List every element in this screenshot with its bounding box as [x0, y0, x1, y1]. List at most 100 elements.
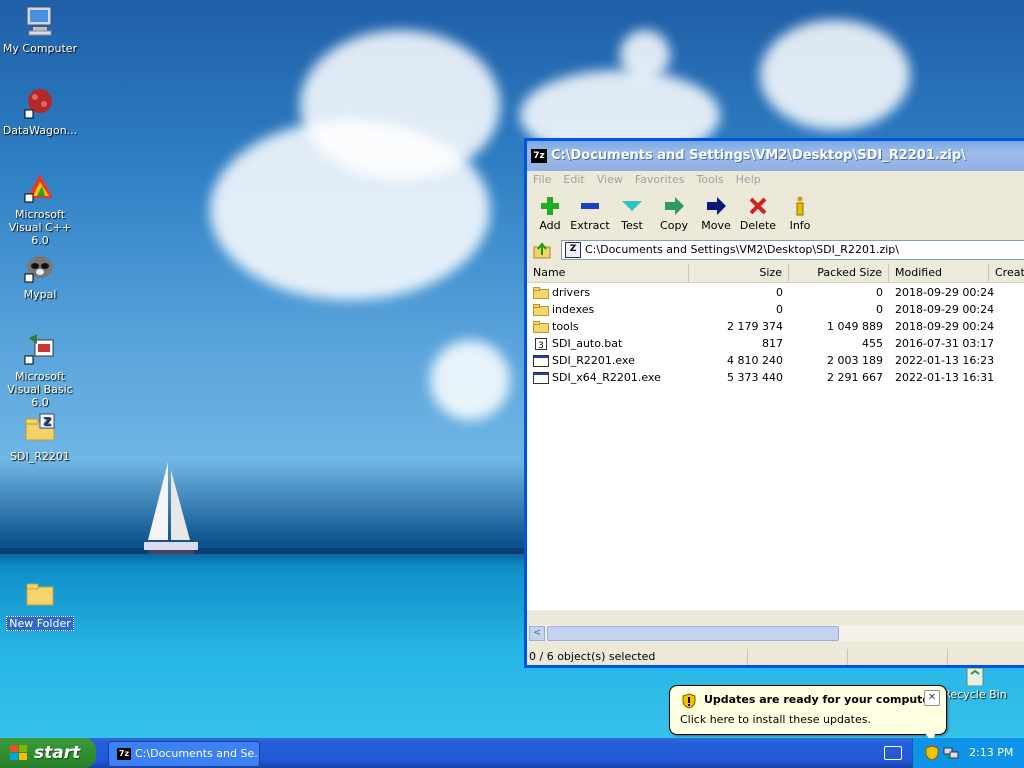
move-button-label: Move	[701, 219, 731, 232]
menu-edit[interactable]: Edit	[557, 171, 590, 189]
desktop-icon-my-computer[interactable]: My Computer	[0, 4, 80, 55]
menu-help[interactable]: Help	[730, 171, 767, 189]
balloon-body: Click here to install these updates.	[680, 713, 871, 726]
folder-up-button[interactable]	[533, 241, 551, 259]
folder-icon	[533, 286, 552, 299]
cell-packed: 0	[789, 301, 883, 318]
taskbar-window-button[interactable]: 7z C:\Documents and Se...	[108, 741, 260, 767]
network-icon[interactable]	[943, 746, 959, 760]
menu-file[interactable]: File	[527, 171, 557, 189]
cell-size: 0	[689, 301, 783, 318]
cell-text: 0	[876, 286, 883, 299]
keyboard-icon[interactable]	[884, 746, 902, 760]
zip-folder-icon: Z	[23, 412, 57, 446]
start-label: start	[34, 743, 81, 763]
start-button[interactable]: start	[0, 738, 96, 768]
desktop-icon-mypal[interactable]: Mypal	[0, 250, 80, 301]
window-titlebar[interactable]: 7z C:\Documents and Settings\VM2\Desktop…	[527, 141, 1024, 171]
taskbar: start 7z C:\Documents and Se... 2:13 PM	[0, 738, 1024, 768]
column-modified[interactable]: Modified	[889, 264, 989, 282]
cell-text: 2018-09-29 00:24	[895, 303, 995, 316]
update-notification-balloon[interactable]: Updates are ready for your computer Clic…	[669, 685, 947, 742]
cell-packed: 2 003 189	[789, 352, 883, 369]
cell-text: 2022-01-13 16:23	[895, 354, 995, 367]
clock: 2:13 PM	[969, 746, 1014, 759]
menu-tools[interactable]: Tools	[691, 171, 730, 189]
sevenzip-window: 7z C:\Documents and Settings\VM2\Desktop…	[524, 138, 1024, 668]
column-size[interactable]: Size	[689, 264, 789, 282]
toolbar: Add Extract Test Copy Move Delete Info	[527, 191, 1024, 237]
cell-name: indexes	[533, 301, 689, 318]
cell-modified: 2018-09-29 00:24	[895, 284, 995, 301]
move-arrow-icon	[705, 195, 727, 217]
column-packed-size[interactable]: Packed Size	[789, 264, 889, 282]
plus-icon	[539, 195, 561, 217]
status-separator	[747, 649, 748, 665]
check-icon	[621, 195, 643, 217]
menu-view[interactable]: View	[591, 171, 629, 189]
add-button[interactable]: Add	[529, 195, 571, 232]
cell-text: 2016-07-31 03:17	[895, 337, 995, 350]
cell-packed: 1 049 889	[789, 318, 883, 335]
zip-file-icon: Z	[565, 242, 581, 258]
cell-text: 0	[876, 303, 883, 316]
update-shield-icon[interactable]	[925, 745, 939, 761]
desktop-icon-visual-cpp[interactable]: Microsoft Visual C++ 6.0	[0, 170, 80, 247]
computer-icon	[23, 4, 57, 38]
desktop-icon-label: My Computer	[2, 42, 78, 55]
executable-icon	[533, 354, 552, 367]
delete-x-icon	[747, 195, 769, 217]
menu-favorites[interactable]: Favorites	[629, 171, 691, 189]
cell-text: drivers	[552, 286, 591, 299]
system-tray: 2:13 PM	[912, 738, 1024, 768]
info-button[interactable]: Info	[779, 195, 821, 232]
delete-button-label: Delete	[739, 219, 777, 232]
test-button[interactable]: Test	[611, 195, 653, 232]
cell-text: SDI_x64_R2201.exe	[552, 371, 661, 384]
desktop-icon-sdi-r2201[interactable]: Z SDI_R2201	[0, 412, 80, 463]
table-row[interactable]: drivers 0 0 2018-09-29 00:24	[527, 284, 1024, 301]
folder-up-icon	[533, 242, 551, 259]
cell-modified: 2016-07-31 03:17	[895, 335, 995, 352]
cell-modified: 2022-01-13 16:31	[895, 369, 995, 386]
cell-text: 2018-09-29 00:24	[895, 320, 995, 333]
cell-text: 5 373 440	[727, 371, 783, 384]
cell-size: 0	[689, 284, 783, 301]
cell-text: 2 003 189	[827, 354, 883, 367]
address-input[interactable]: Z C:\Documents and Settings\VM2\Desktop\S…	[561, 240, 1024, 260]
column-name[interactable]: Name	[527, 264, 689, 282]
table-row[interactable]: 3 SDI_auto.bat 817 455 2016-07-31 03:17	[527, 335, 1024, 352]
table-row[interactable]: tools 2 179 374 1 049 889 2018-09-29 00:24	[527, 318, 1024, 335]
cell-modified: 2018-09-29 00:24	[895, 301, 995, 318]
table-row[interactable]: SDI_x64_R2201.exe 5 373 440 2 291 667 2022-…	[527, 369, 1024, 386]
cell-packed: 0	[789, 284, 883, 301]
address-bar: Z C:\Documents and Settings\VM2\Desktop\S…	[527, 239, 1024, 261]
status-separator	[947, 649, 948, 665]
cell-name: SDI_R2201.exe	[533, 352, 689, 369]
cell-text: 2018-09-29 00:24	[895, 286, 995, 299]
desktop-icon-new-folder[interactable]: New Folder	[0, 578, 80, 631]
desktop-icon-recycle-bin[interactable]: Recycle Bin	[938, 666, 1012, 701]
horizontal-scrollbar[interactable]: <	[527, 625, 1024, 641]
cell-packed: 455	[789, 335, 883, 352]
info-button-label: Info	[789, 219, 811, 232]
scroll-left-arrow[interactable]: <	[529, 626, 545, 641]
svg-text:Z: Z	[43, 415, 51, 428]
executable-icon	[533, 371, 552, 384]
scroll-thumb[interactable]	[547, 626, 839, 641]
cell-size: 4 810 240	[689, 352, 783, 369]
balloon-close-button[interactable]: ✕	[924, 690, 940, 706]
desktop-icon-visual-basic[interactable]: Microsoft Visual Basic 6.0	[0, 332, 80, 409]
copy-button[interactable]: Copy	[653, 195, 695, 232]
desktop-icon-label: Recycle Bin	[943, 688, 1007, 701]
delete-button[interactable]: Delete	[737, 195, 779, 232]
table-row[interactable]: indexes 0 0 2018-09-29 00:24	[527, 301, 1024, 318]
column-created[interactable]: Creat	[989, 264, 1024, 282]
move-button[interactable]: Move	[695, 195, 737, 232]
table-row[interactable]: SDI_R2201.exe 4 810 240 2 003 189 2022-01-1…	[527, 352, 1024, 369]
extract-button[interactable]: Extract	[569, 195, 611, 232]
visual-basic-icon	[23, 332, 57, 366]
cell-modified: 2022-01-13 16:23	[895, 352, 995, 369]
desktop-icon-datawagon[interactable]: DataWagon...	[0, 86, 80, 137]
sailboat-image	[144, 462, 198, 554]
